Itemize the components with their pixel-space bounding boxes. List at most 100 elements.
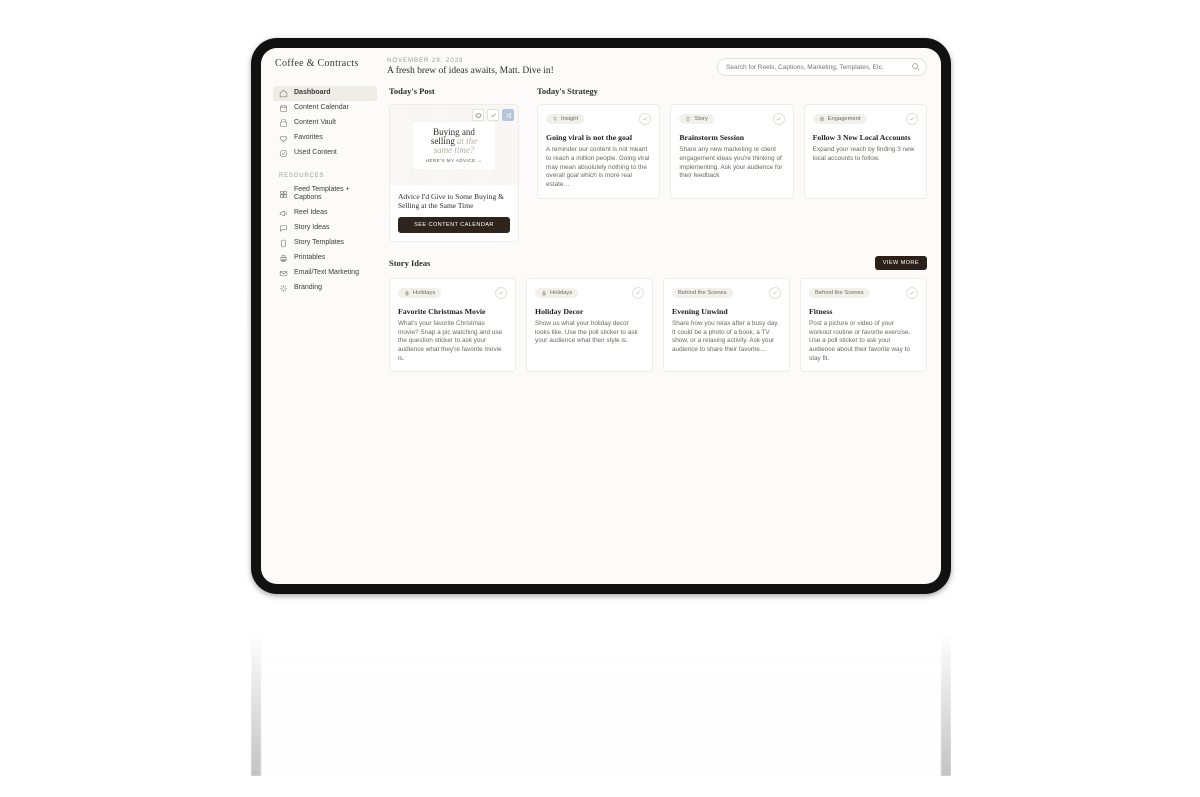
grid-icon [279,190,288,199]
sidebar: Dashboard Content Calendar Content Vault… [261,82,383,584]
phone-icon [685,116,691,122]
post-image: Buying and selling at the same time? HER… [390,105,518,185]
sidebar-item-email-marketing[interactable]: Email/Text Marketing [273,266,377,281]
phone-icon [279,239,288,248]
see-content-calendar-button[interactable]: SEE CONTENT CALENDAR [398,217,510,233]
brand-logo: Coffee & Contracts [275,58,383,69]
sidebar-item-printables[interactable]: Printables [273,251,377,266]
search-wrap [717,58,927,76]
card-title: Fitness [809,307,918,316]
heart-icon [279,134,288,143]
sidebar-item-label: Used Content [294,149,337,157]
card-body: Post a picture or video of your workout … [809,320,918,363]
strategy-card[interactable]: Insight Going viral is not the goal A re… [537,104,660,199]
tag-engagement: Engagement [813,114,867,124]
tag-story: Story [679,114,714,124]
calendar-icon [279,104,288,113]
shuffle-button[interactable] [502,109,514,121]
sidebar-item-story-templates[interactable]: Story Templates [273,236,377,251]
sparkle-icon [279,284,288,293]
card-title: Brainstorm Session [679,133,784,142]
check-circle-icon [279,149,288,158]
favorite-button[interactable] [472,109,484,121]
sidebar-item-label: Branding [294,284,322,292]
main: Today's Post Buying and sell [383,82,941,584]
header-greeting: A fresh brew of ideas awaits, Matt. Dive… [387,66,717,76]
strategy-card[interactable]: Story Brainstorm Session Share any new m… [670,104,793,199]
card-title: Holiday Decor [535,307,644,316]
sidebar-item-favorites[interactable]: Favorites [273,131,377,146]
section-title-story-ideas: Story Ideas [389,258,430,268]
sidebar-item-label: Printables [294,254,325,262]
mark-done-button[interactable] [906,287,918,299]
section-title-todays-strategy: Today's Strategy [537,86,927,96]
tree-icon [404,290,410,296]
story-idea-card[interactable]: Holidays Holiday Decor Show us what your… [526,278,653,373]
sidebar-item-feed-templates[interactable]: Feed Templates + Captions [273,183,377,206]
mail-icon [279,269,288,278]
search-icon [911,62,921,72]
sidebar-item-label: Favorites [294,134,323,142]
sidebar-item-label: Content Calendar [294,104,349,112]
story-idea-card[interactable]: Behind the Scenes Evening Unwind Share h… [663,278,790,373]
sidebar-item-label: Story Templates [294,239,344,247]
post-caption: Advice I'd Give to Some Buying & Selling… [390,185,518,217]
sidebar-item-story-ideas[interactable]: Story Ideas [273,221,377,236]
view-more-button[interactable]: VIEW MORE [875,256,927,270]
mark-done-button[interactable] [773,113,785,125]
story-ideas-section: Story Ideas VIEW MORE Holidays [389,256,927,373]
sidebar-group-resources: RESOURCES [273,161,377,183]
sidebar-item-content-vault[interactable]: Content Vault [273,116,377,131]
header: Coffee & Contracts NOVEMBER 29, 2023 A f… [261,48,941,82]
post-image-overlay: Buying and selling at the same time? HER… [413,122,495,169]
header-date: NOVEMBER 29, 2023 [387,58,717,64]
chat-icon [279,224,288,233]
tag-holidays: Holidays [398,288,441,298]
target-icon [819,116,825,122]
sidebar-item-content-calendar[interactable]: Content Calendar [273,101,377,116]
megaphone-icon [279,209,288,218]
sidebar-item-label: Feed Templates + Captions [294,186,371,203]
card-body: Share any new marketing or client engage… [679,146,784,181]
sidebar-item-label: Story Ideas [294,224,329,232]
sidebar-item-label: Content Vault [294,119,336,127]
card-body: Expand your reach by finding 3 new local… [813,146,918,163]
card-title: Favorite Christmas Movie [398,307,507,316]
todays-post-card[interactable]: Buying and selling at the same time? HER… [389,104,519,242]
mark-done-button[interactable] [639,113,651,125]
section-title-todays-post: Today's Post [389,86,519,96]
home-icon [279,89,288,98]
card-body: A reminder our content is not meant to r… [546,146,651,189]
todays-post-section: Today's Post Buying and sell [389,86,519,242]
card-title: Going viral is not the goal [546,133,651,142]
search-input[interactable] [717,58,927,76]
card-body: What's your favorite Christmas movie? Sn… [398,320,507,363]
story-idea-card[interactable]: Holidays Favorite Christmas Movie What's… [389,278,516,373]
sidebar-item-dashboard[interactable]: Dashboard [273,86,377,101]
story-idea-card[interactable]: Behind the Scenes Fitness Post a picture… [800,278,927,373]
printer-icon [279,254,288,263]
mark-done-button[interactable] [487,109,499,121]
tag-holidays: Holidays [535,288,578,298]
card-title: Follow 3 New Local Accounts [813,133,918,142]
mark-done-button[interactable] [632,287,644,299]
app-screen: Coffee & Contracts NOVEMBER 29, 2023 A f… [261,48,941,584]
mark-done-button[interactable] [495,287,507,299]
sidebar-item-label: Dashboard [294,89,331,97]
tree-icon [541,290,547,296]
sidebar-item-label: Email/Text Marketing [294,269,359,277]
tag-behind-the-scenes: Behind the Scenes [809,288,870,298]
strategy-card[interactable]: Engagement Follow 3 New Local Accounts E… [804,104,927,199]
sidebar-item-reel-ideas[interactable]: Reel Ideas [273,206,377,221]
mark-done-button[interactable] [769,287,781,299]
sidebar-item-used-content[interactable]: Used Content [273,146,377,161]
card-body: Share how you relax after a busy day. It… [672,320,781,355]
card-title: Evening Unwind [672,307,781,316]
vault-icon [279,119,288,128]
sidebar-item-branding[interactable]: Branding [273,281,377,296]
todays-strategy-section: Today's Strategy Insight [537,86,927,242]
tablet-frame: Coffee & Contracts NOVEMBER 29, 2023 A f… [251,38,951,594]
lightbulb-icon [552,116,558,122]
card-body: Show us what your holiday decor looks li… [535,320,644,346]
mark-done-button[interactable] [906,113,918,125]
